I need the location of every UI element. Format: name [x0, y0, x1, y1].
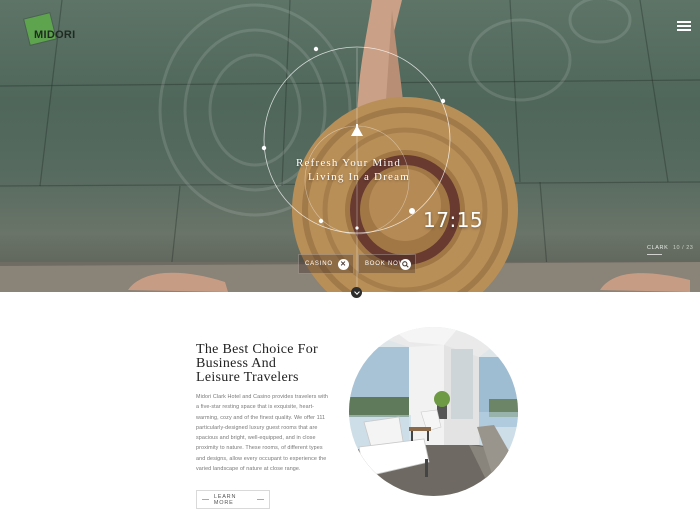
slide-location-label[interactable]: CLARK	[647, 245, 669, 255]
hero-tagline: Refresh Your Mind Living In a Dream	[296, 156, 446, 184]
slide-location-underline	[647, 254, 662, 255]
local-time: 17:15	[423, 208, 484, 232]
hero-background-image	[0, 0, 700, 292]
casino-button[interactable]: CASINO ✕	[298, 254, 354, 274]
slide-location-text: CLARK	[647, 245, 669, 251]
headline-line-3: Leisure Travelers	[196, 370, 299, 385]
book-now-button-label: BOOK NOW	[365, 261, 406, 267]
search-icon	[400, 259, 411, 270]
hero-banner: MIDORI Refresh Your Mind Living In a Dre…	[0, 0, 700, 292]
tagline-line-2: Living In a Dream	[308, 171, 410, 183]
brand-logo[interactable]: MIDORI	[24, 12, 75, 46]
learn-more-button[interactable]: LEARN MORE	[196, 490, 270, 509]
dash-left	[202, 499, 209, 500]
headline-line-1: The Best Choice For	[196, 342, 318, 357]
logo-text: MIDORI	[34, 29, 76, 41]
tagline-line-1: Refresh Your Mind	[296, 157, 402, 169]
dash-right	[257, 499, 264, 500]
casino-button-label: CASINO	[305, 261, 333, 267]
headline-line-2: Business And	[196, 356, 277, 371]
intro-paragraph: Midori Clark Hotel and Casino provides t…	[196, 394, 329, 473]
learn-more-label: LEARN MORE	[213, 493, 237, 506]
book-now-button[interactable]: BOOK NOW	[358, 254, 416, 274]
casino-icon: ✕	[338, 259, 349, 270]
balcony-photo	[349, 327, 518, 496]
scroll-down-icon[interactable]	[351, 287, 362, 298]
hamburger-icon[interactable]	[677, 21, 691, 32]
slide-counter: 10 / 23	[673, 245, 694, 251]
section-headline: The Best Choice For Business And Leisure…	[196, 343, 318, 385]
